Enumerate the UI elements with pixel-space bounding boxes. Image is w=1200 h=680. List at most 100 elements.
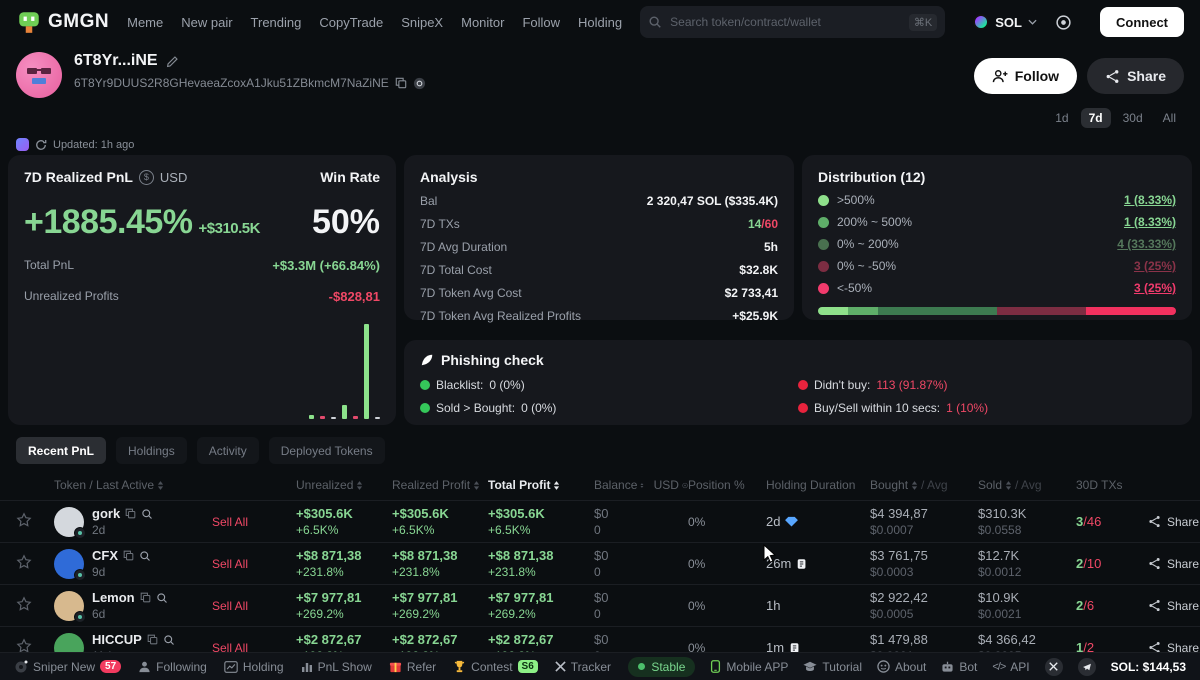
nav-item-monitor[interactable]: Monitor bbox=[461, 15, 504, 30]
unrealized-cell: +$305.6K+6.5K% bbox=[296, 506, 392, 537]
code-icon: </> bbox=[992, 661, 1005, 673]
footer-api[interactable]: </> API bbox=[992, 660, 1029, 674]
total-profit-cell: +$7 977,81+269.2% bbox=[488, 590, 594, 621]
dist-value-link[interactable]: 3 (25%) bbox=[1134, 281, 1176, 295]
filter-7d[interactable]: 7d bbox=[1081, 108, 1111, 128]
filter-1d[interactable]: 1d bbox=[1047, 108, 1076, 128]
search-token-icon[interactable] bbox=[156, 592, 168, 604]
sniper-icon bbox=[14, 660, 28, 674]
settings-icon[interactable] bbox=[1055, 14, 1072, 31]
nav-item-meme[interactable]: Meme bbox=[127, 15, 163, 30]
nav-item-copytrade[interactable]: CopyTrade bbox=[319, 15, 383, 30]
dist-value-link[interactable]: 4 (33.33%) bbox=[1117, 237, 1176, 251]
phone-icon bbox=[710, 660, 721, 673]
nav-item-follow[interactable]: Follow bbox=[522, 15, 560, 30]
x-circle-icon[interactable] bbox=[1045, 658, 1063, 676]
duration-value: 5h bbox=[764, 240, 778, 254]
row-share-button[interactable]: Share bbox=[1148, 515, 1199, 529]
sort-icon bbox=[911, 480, 918, 491]
token-cell[interactable]: CFX 9d bbox=[54, 548, 212, 579]
copy-icon[interactable] bbox=[395, 77, 407, 89]
wallet-name: 6T8Yr...iNE bbox=[74, 52, 158, 70]
dist-dot-icon bbox=[818, 239, 829, 250]
distribution-row: >500%1 (8.33%) bbox=[818, 193, 1176, 207]
header-balance[interactable]: Balance USD bbox=[594, 478, 688, 492]
star-icon[interactable] bbox=[16, 512, 32, 528]
row-share-button[interactable]: Share bbox=[1148, 557, 1199, 571]
sell-all-button[interactable]: Sell All bbox=[212, 515, 248, 529]
header-token[interactable]: Token / Last Active bbox=[54, 478, 212, 492]
refresh-icon[interactable] bbox=[35, 139, 47, 151]
search-token-icon[interactable] bbox=[139, 550, 151, 562]
copy-icon[interactable] bbox=[147, 634, 158, 645]
header-unrealized[interactable]: Unrealized bbox=[296, 478, 392, 492]
nav-item-holding[interactable]: Holding bbox=[578, 15, 622, 30]
sort-icon-active bbox=[553, 480, 560, 491]
usd-coin-icon[interactable]: $ bbox=[139, 170, 154, 185]
edit-pencil-icon[interactable] bbox=[166, 55, 179, 68]
unrealized-cell: +$8 871,38+231.8% bbox=[296, 548, 392, 579]
person-plus-icon bbox=[992, 69, 1008, 83]
header-sold[interactable]: Sold/ Avg bbox=[978, 478, 1076, 492]
footer-contest[interactable]: ContestS6 bbox=[453, 660, 538, 674]
header-holding-duration[interactable]: Holding Duration bbox=[766, 478, 870, 492]
star-icon[interactable] bbox=[16, 554, 32, 570]
dist-value-link[interactable]: 1 (8.33%) bbox=[1124, 215, 1176, 229]
footer-mobile-app[interactable]: Mobile APP bbox=[710, 660, 788, 674]
star-icon[interactable] bbox=[16, 596, 32, 612]
search-input[interactable] bbox=[670, 15, 901, 29]
total-profit-cell: +$305.6K+6.5K% bbox=[488, 506, 594, 537]
total-cost-label: 7D Total Cost bbox=[420, 263, 492, 277]
row-share-button[interactable]: Share bbox=[1148, 599, 1199, 613]
footer-pnl-show[interactable]: PnL Show bbox=[301, 660, 372, 674]
footer-tracker[interactable]: Tracker bbox=[555, 660, 611, 674]
dist-value-link[interactable]: 3 (25%) bbox=[1134, 259, 1176, 273]
tab-recent-pnl[interactable]: Recent PnL bbox=[16, 437, 106, 464]
share-button[interactable]: Share bbox=[1087, 58, 1184, 94]
search-token-icon[interactable] bbox=[141, 508, 153, 520]
footer-sniper[interactable]: Sniper New57 bbox=[14, 660, 121, 674]
sell-all-button[interactable]: Sell All bbox=[212, 557, 248, 571]
nav-item-new-pair[interactable]: New pair bbox=[181, 15, 232, 30]
nav-item-trending[interactable]: Trending bbox=[251, 15, 302, 30]
token-age: 9d bbox=[92, 565, 151, 579]
search-token-icon[interactable] bbox=[163, 634, 175, 646]
header-realized[interactable]: Realized Profit bbox=[392, 478, 488, 492]
copy-icon[interactable] bbox=[123, 550, 134, 561]
header-position[interactable]: Position % bbox=[688, 478, 766, 492]
footer-holding[interactable]: Holding bbox=[224, 660, 284, 674]
filter-30d[interactable]: 30d bbox=[1115, 108, 1151, 128]
updated-text: Updated: 1h ago bbox=[53, 139, 134, 151]
token-cell[interactable]: Lemon 6d bbox=[54, 590, 212, 621]
connect-button[interactable]: Connect bbox=[1100, 7, 1184, 37]
nav-item-snipex[interactable]: SnipeX bbox=[401, 15, 443, 30]
header-bought[interactable]: Bought/ Avg bbox=[870, 478, 978, 492]
footer-following[interactable]: Following bbox=[138, 660, 207, 674]
header-total-profit[interactable]: Total Profit bbox=[488, 478, 594, 492]
sell-all-button[interactable]: Sell All bbox=[212, 599, 248, 613]
stable-status[interactable]: Stable bbox=[628, 657, 695, 677]
telegram-icon[interactable] bbox=[1078, 658, 1096, 676]
copy-icon[interactable] bbox=[125, 508, 136, 519]
total-cost-value: $32.8K bbox=[739, 263, 778, 277]
currency-toggle[interactable]: USD bbox=[160, 170, 187, 185]
footer-bot[interactable]: Bot bbox=[941, 660, 977, 674]
footer-about[interactable]: About bbox=[877, 660, 926, 674]
dist-dot-icon bbox=[818, 283, 829, 294]
search-bar[interactable]: ⌘K bbox=[640, 6, 945, 38]
chain-selector[interactable]: SOL bbox=[973, 14, 1037, 30]
gmgn-logo[interactable]: GMGN bbox=[16, 9, 109, 35]
filter-all[interactable]: All bbox=[1155, 108, 1184, 128]
header-30d-txs[interactable]: 30D TXs bbox=[1076, 478, 1148, 492]
footer-refer[interactable]: Refer bbox=[389, 660, 436, 674]
robot-icon bbox=[941, 661, 954, 673]
dist-value-link[interactable]: 1 (8.33%) bbox=[1124, 193, 1176, 207]
footer-tutorial[interactable]: Tutorial bbox=[803, 660, 862, 674]
tab-deployed-tokens[interactable]: Deployed Tokens bbox=[269, 437, 385, 464]
explorer-icon[interactable] bbox=[413, 77, 426, 90]
tab-activity[interactable]: Activity bbox=[197, 437, 259, 464]
tab-holdings[interactable]: Holdings bbox=[116, 437, 187, 464]
copy-icon[interactable] bbox=[140, 592, 151, 603]
follow-button[interactable]: Follow bbox=[974, 58, 1077, 94]
token-cell[interactable]: gork 2d bbox=[54, 506, 212, 537]
